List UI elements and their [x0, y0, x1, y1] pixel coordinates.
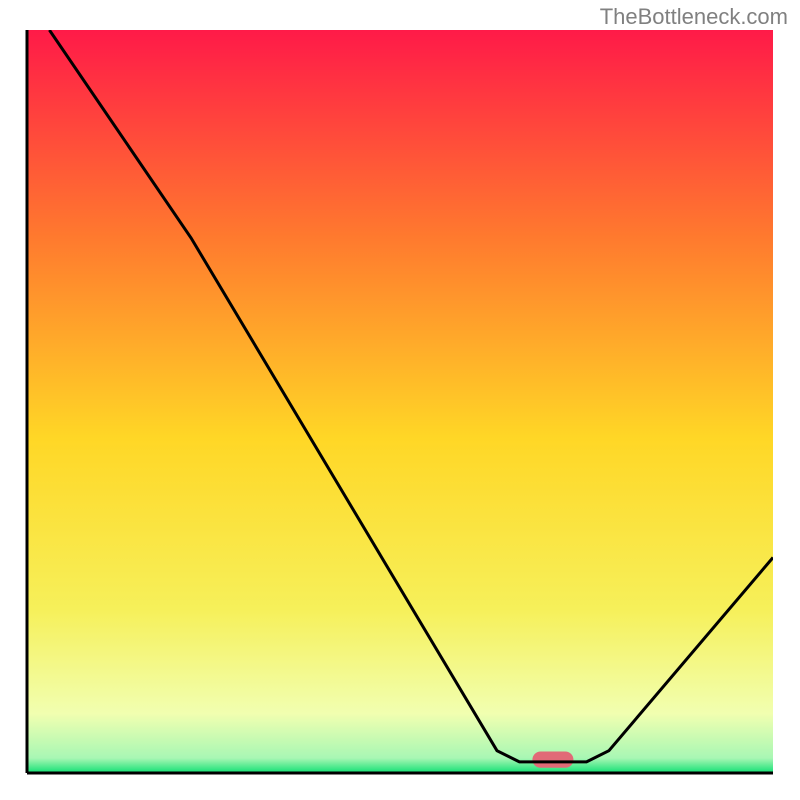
optimal-marker	[532, 751, 573, 767]
chart-svg	[0, 0, 800, 800]
gradient-background	[27, 30, 773, 773]
watermark-text: TheBottleneck.com	[600, 4, 788, 30]
chart-container: TheBottleneck.com	[0, 0, 800, 800]
plot-area	[27, 30, 773, 773]
